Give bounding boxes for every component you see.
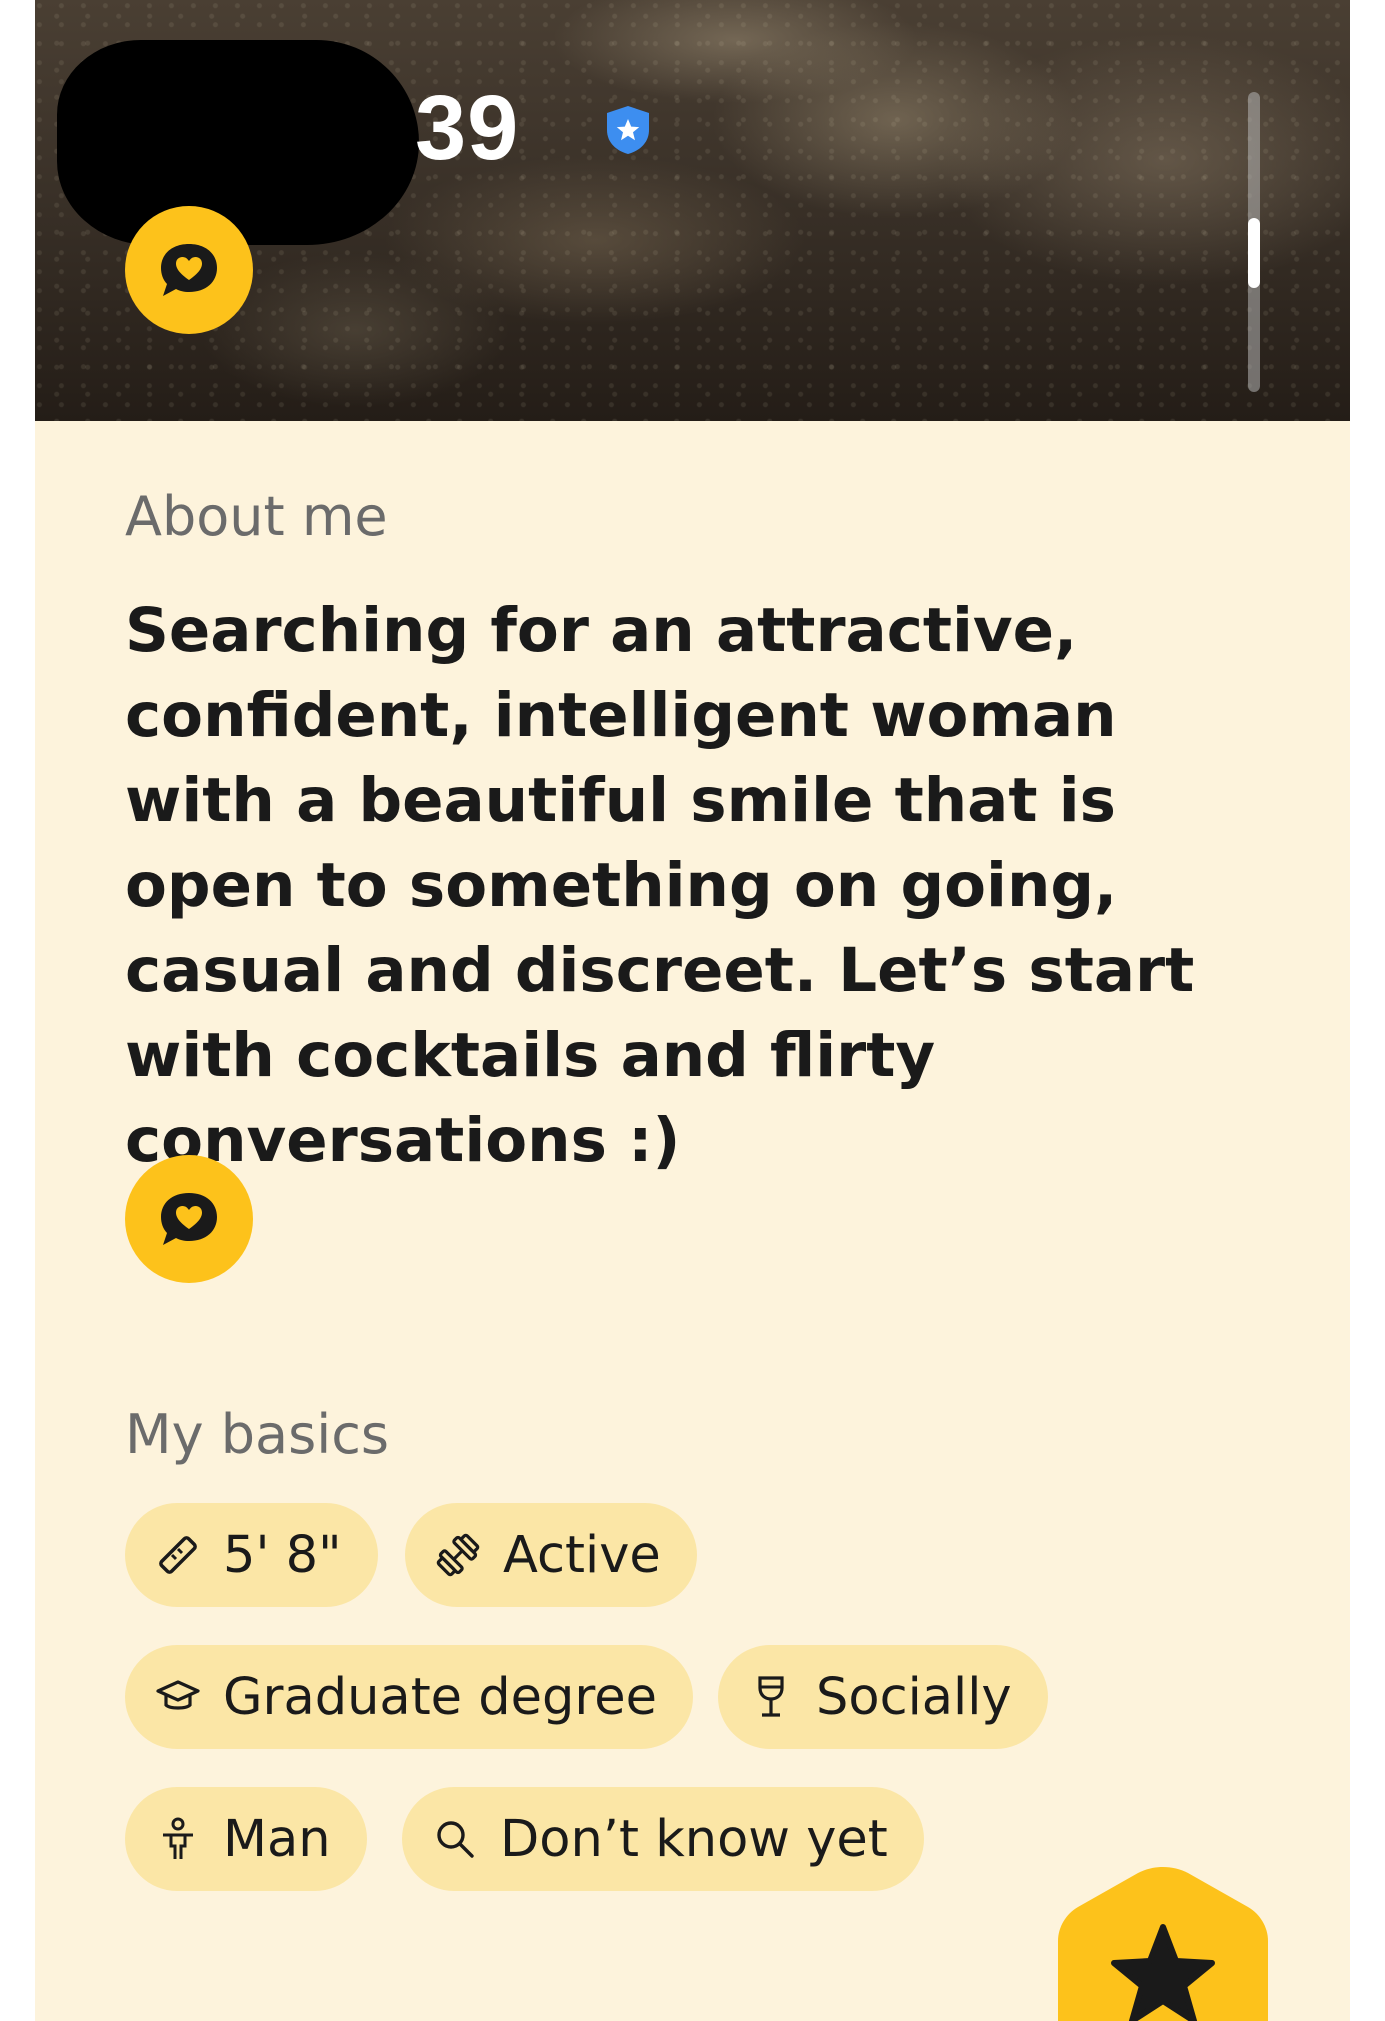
photo-scrollbar-thumb[interactable]: [1248, 218, 1260, 288]
redacted-name: [57, 40, 419, 245]
chip-label: Don’t know yet: [500, 1809, 888, 1869]
basics-chip-exercise[interactable]: Active: [405, 1503, 697, 1607]
chip-label: Graduate degree: [223, 1667, 657, 1727]
verified-badge-icon[interactable]: [603, 104, 653, 156]
ruler-icon: [159, 1536, 197, 1574]
superswipe-button[interactable]: [1058, 1865, 1268, 2021]
wine-glass-icon: [758, 1676, 784, 1717]
photo-chat-button[interactable]: [125, 206, 253, 334]
magnifier-icon: [437, 1821, 474, 1858]
basics-chip-gender[interactable]: Man: [125, 1787, 367, 1891]
profile-card: 39 About me Searching for an attractive,…: [35, 0, 1350, 2021]
graduation-cap-icon: [156, 1680, 200, 1710]
basics-chip-education[interactable]: Graduate degree: [125, 1645, 693, 1749]
profile-age: 39: [415, 77, 520, 179]
chip-label: Man: [223, 1809, 331, 1869]
basics-chip-looking-for[interactable]: Don’t know yet: [402, 1787, 924, 1891]
chip-label: Active: [503, 1525, 661, 1585]
chat-heart-icon: [161, 244, 217, 296]
about-chat-button[interactable]: [125, 1155, 253, 1283]
about-heading: About me: [125, 485, 388, 548]
profile-photo[interactable]: 39: [35, 0, 1350, 421]
basics-chip-drinking[interactable]: Socially: [718, 1645, 1048, 1749]
basics-chip-height[interactable]: 5' 8": [125, 1503, 378, 1607]
basics-heading: My basics: [125, 1403, 390, 1466]
chip-label: Socially: [816, 1667, 1012, 1727]
about-text: Searching for an attractive, confident, …: [125, 595, 1195, 1176]
person-icon: [163, 1817, 193, 1859]
chat-heart-icon: [161, 1193, 217, 1245]
dumbbell-icon: [436, 1533, 480, 1577]
chip-label: 5' 8": [223, 1525, 342, 1585]
